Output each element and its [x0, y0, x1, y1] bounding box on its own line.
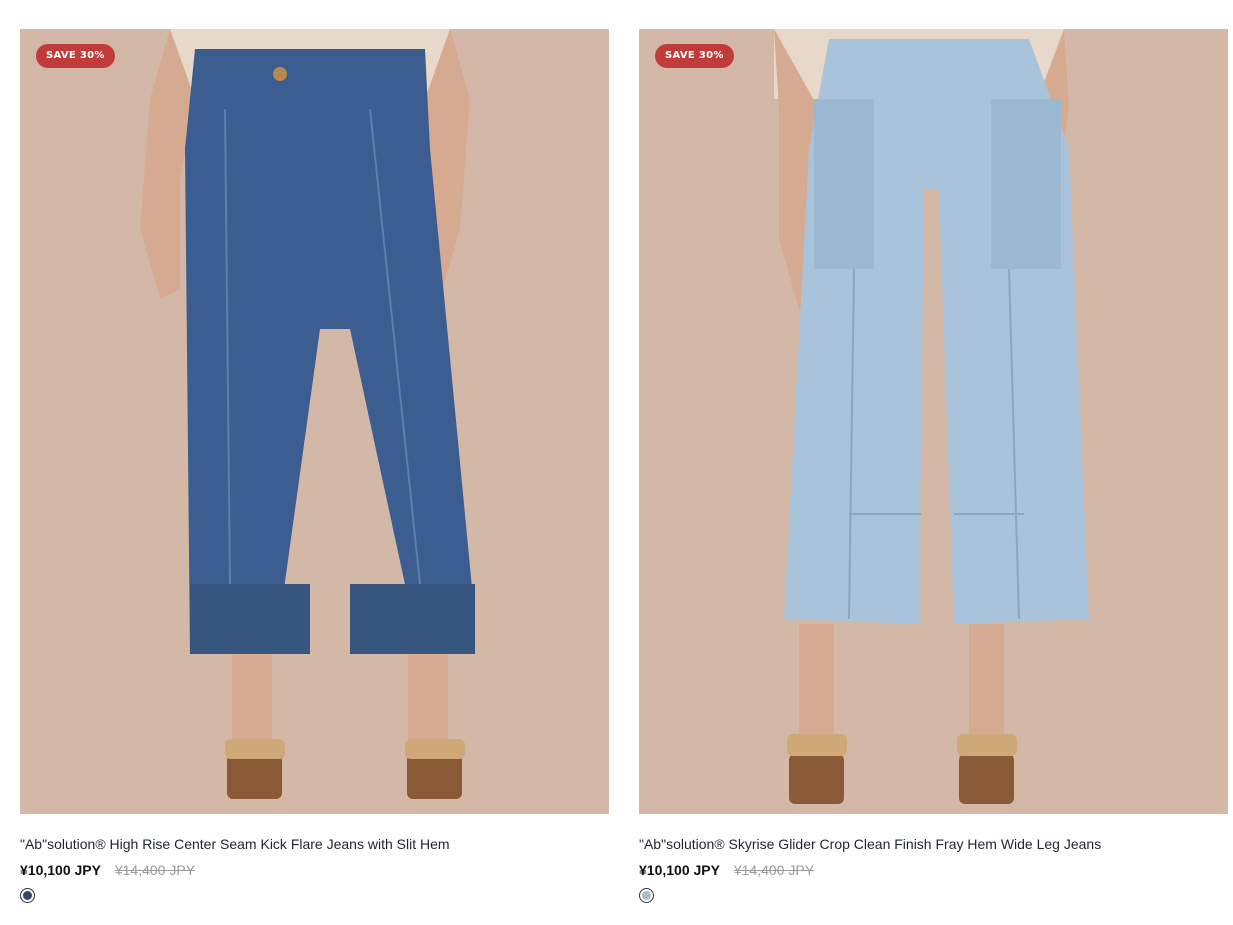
save-badge: SAVE 30% [36, 44, 115, 68]
sale-price: ¥10,100 JPY [639, 862, 720, 878]
product-photo-kick-flare-jeans [20, 29, 609, 814]
sale-price: ¥10,100 JPY [20, 862, 101, 878]
product-title[interactable]: "Ab"solution® Skyrise Glider Crop Clean … [639, 835, 1228, 853]
product-image-link[interactable]: SAVE 30% [20, 29, 609, 814]
product-grid: SAVE 30% "Ab"solution® High Rise Center … [0, 0, 1233, 925]
product-card[interactable]: SAVE 30% "Ab"solution® Skyrise Glider Cr… [639, 29, 1228, 906]
compare-at-price: ¥14,400 JPY [733, 862, 815, 878]
swatch-color-dot [642, 891, 651, 900]
product-image-link[interactable]: SAVE 30% [639, 29, 1228, 814]
save-badge: SAVE 30% [655, 44, 734, 68]
product-price: ¥10,100 JPY ¥14,400 JPY [639, 861, 1228, 879]
color-swatch[interactable] [20, 888, 35, 903]
product-card[interactable]: SAVE 30% "Ab"solution® High Rise Center … [20, 29, 609, 906]
product-title[interactable]: "Ab"solution® High Rise Center Seam Kick… [20, 835, 609, 853]
color-swatches [20, 888, 609, 906]
product-price: ¥10,100 JPY ¥14,400 JPY [20, 861, 609, 879]
color-swatch[interactable] [639, 888, 654, 903]
color-swatches [639, 888, 1228, 906]
compare-at-price: ¥14,400 JPY [114, 862, 196, 878]
product-photo-wide-leg-jeans [639, 29, 1228, 814]
swatch-color-dot [23, 891, 32, 900]
